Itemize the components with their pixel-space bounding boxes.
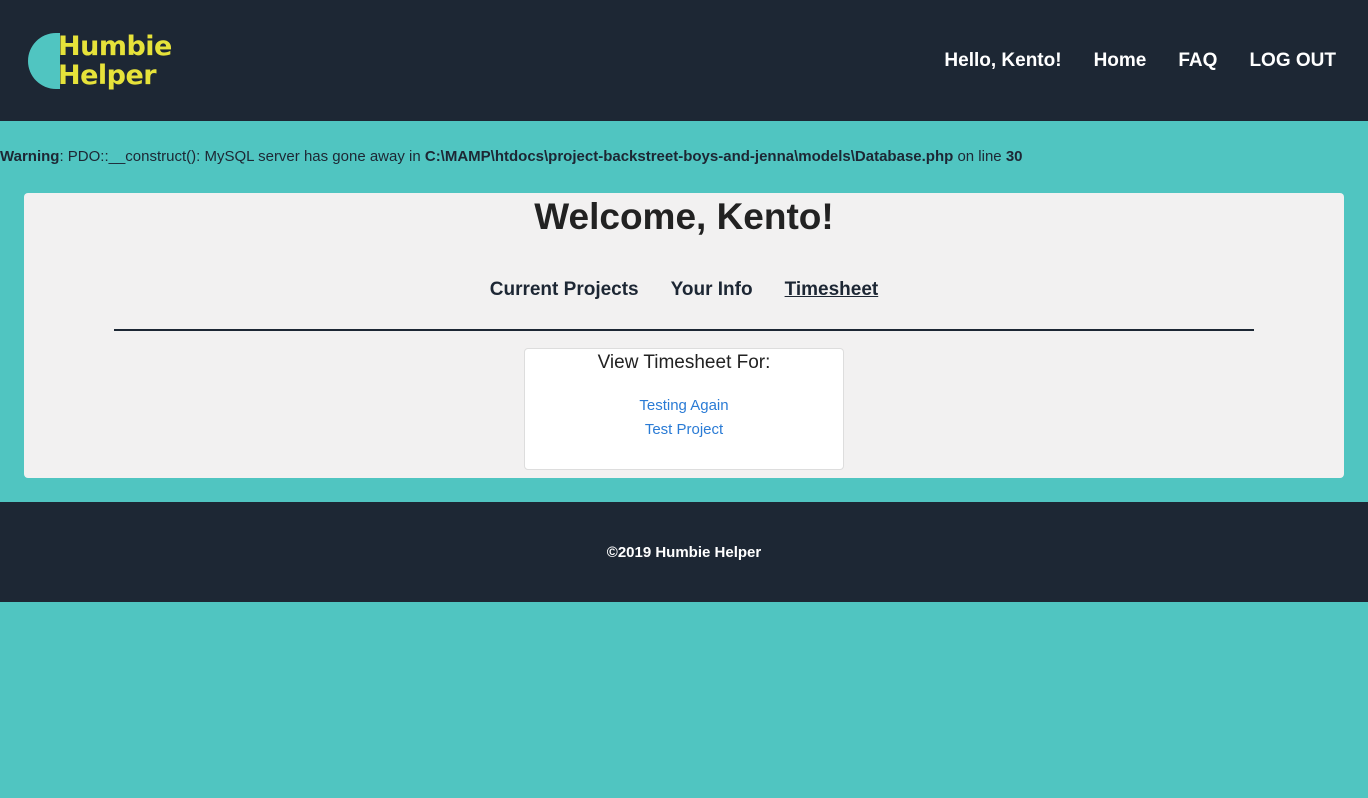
brand-line-2: Helper bbox=[58, 59, 157, 91]
nav-home-link[interactable]: Home bbox=[1094, 50, 1147, 72]
brand-logo[interactable]: Humbie Helper bbox=[28, 32, 172, 90]
main-nav: Hello, Kento! Home FAQ LOG OUT bbox=[912, 50, 1336, 72]
dashboard-tabs: Current Projects Your Info Timesheet bbox=[24, 279, 1344, 301]
logo-half-circle-icon bbox=[28, 32, 60, 89]
warning-line-number: 30 bbox=[1005, 148, 1023, 165]
site-header: Humbie Helper Hello, Kento! Home FAQ LOG… bbox=[0, 0, 1368, 121]
php-warning: Warning: PDO::__construct(): MySQL serve… bbox=[0, 148, 1023, 165]
timesheet-project-list: Testing Again Test Project bbox=[525, 394, 843, 442]
brand-name: Humbie Helper bbox=[58, 32, 172, 90]
nav-faq-link[interactable]: FAQ bbox=[1178, 50, 1217, 72]
tabs-divider bbox=[114, 329, 1254, 331]
tab-your-info[interactable]: Your Info bbox=[671, 279, 753, 301]
tab-timesheet[interactable]: Timesheet bbox=[785, 279, 879, 301]
user-greeting: Hello, Kento! bbox=[944, 49, 1062, 71]
site-footer: ©2019 Humbie Helper bbox=[0, 502, 1368, 602]
dashboard-card: Welcome, Kento! Current Projects Your In… bbox=[24, 193, 1344, 478]
timesheet-title: View Timesheet For: bbox=[597, 352, 771, 373]
footer-copyright: ©2019 Humbie Helper bbox=[606, 543, 762, 561]
warning-label: Warning bbox=[0, 148, 60, 165]
warning-path: C:\MAMP\htdocs\project-backstreet-boys-a… bbox=[424, 148, 954, 165]
page-title: Welcome, Kento! bbox=[534, 196, 834, 237]
timesheet-project-link[interactable]: Test Project bbox=[525, 418, 843, 442]
nav-logout-link[interactable]: LOG OUT bbox=[1249, 50, 1336, 72]
warning-line-text: on line bbox=[953, 148, 1006, 165]
timesheet-project-link[interactable]: Testing Again bbox=[525, 394, 843, 418]
timesheet-panel: View Timesheet For: Testing Again Test P… bbox=[524, 348, 844, 470]
tab-current-projects[interactable]: Current Projects bbox=[490, 279, 639, 301]
warning-message: : PDO::__construct(): MySQL server has g… bbox=[59, 148, 425, 165]
brand-line-1: Humbie bbox=[58, 30, 172, 62]
